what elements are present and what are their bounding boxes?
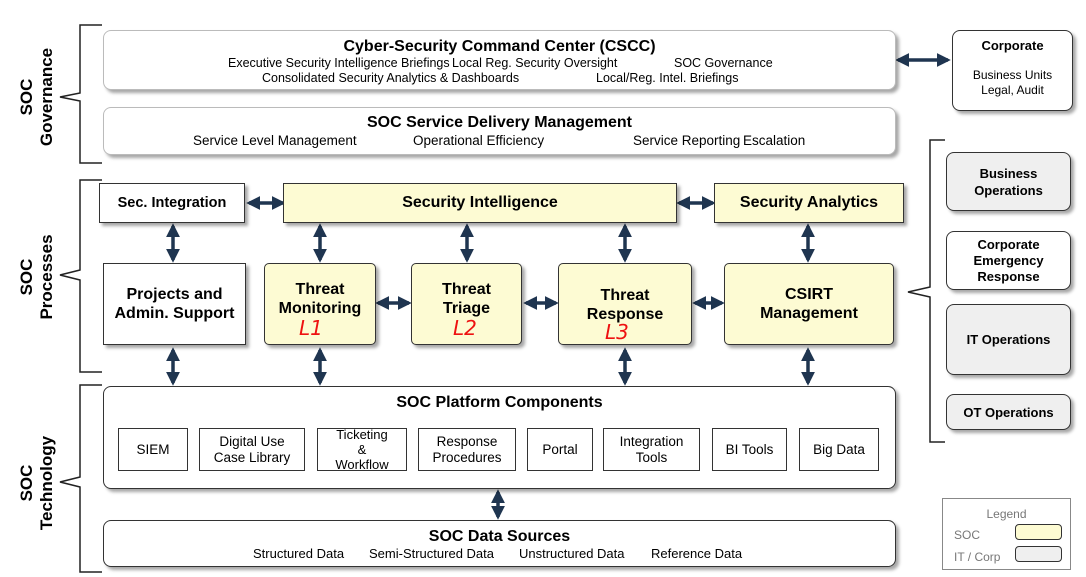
data-source-item: Unstructured Data: [519, 546, 625, 561]
corporate-title: Corporate: [981, 38, 1044, 53]
legend-soc-label: SOC: [954, 528, 981, 542]
corporate-box: Corporate Business Units Legal, Audit: [952, 30, 1073, 111]
legend-soc-swatch: [1015, 524, 1062, 540]
sec-integration-box: Sec. Integration: [99, 183, 245, 223]
service-delivery-item: Service Level Management: [193, 133, 357, 148]
corporate-emergency-label: Response: [977, 268, 1040, 284]
legend-itcorp-swatch: [1015, 546, 1062, 562]
service-delivery-title: SOC Service Delivery Management: [366, 114, 632, 131]
platform-component: Portal: [527, 428, 593, 471]
ot-operations-box: OT Operations: [946, 394, 1071, 430]
it-operations-label: IT Operations: [966, 332, 1051, 347]
projects-admin-label: Projects and: [126, 286, 223, 303]
platform-component: SIEM: [118, 428, 188, 471]
cscc-box: Cyber-Security Command Center (CSCC) Exe…: [103, 30, 896, 90]
platform-component: Response Procedures: [418, 428, 516, 471]
platform-component: Ticketing & Workflow: [317, 428, 407, 471]
data-sources-title: SOC Data Sources: [428, 528, 571, 545]
technology-side-label: SOC Technology: [17, 435, 56, 531]
right-bracket: [907, 139, 945, 443]
business-operations-box: Business Operations: [946, 152, 1071, 211]
cscc-title: Cyber-Security Command Center (CSCC): [343, 38, 656, 55]
service-delivery-item: Operational Efficiency: [413, 133, 545, 148]
processes-side-label: SOC Processes: [17, 234, 56, 320]
sec-integration-label: Sec. Integration: [117, 195, 227, 211]
security-analytics-box: Security Analytics: [714, 183, 904, 223]
corporate-line: Business Units: [972, 68, 1053, 82]
governance-bracket: [59, 24, 102, 164]
processes-bracket: [59, 179, 102, 373]
data-source-item: Reference Data: [651, 546, 743, 561]
csirt-label: Management: [760, 305, 858, 322]
level-annotation-l2: L2: [453, 316, 477, 340]
platform-title: SOC Platform Components: [396, 394, 603, 411]
data-source-item: Structured Data: [253, 546, 345, 561]
security-analytics-label: Security Analytics: [739, 194, 879, 211]
threat-monitoring-label: Threat: [295, 281, 345, 298]
platform-component: Digital Use Case Library: [199, 428, 305, 471]
corporate-emergency-label: Emergency: [973, 252, 1044, 268]
technology-bracket: [59, 384, 102, 573]
corporate-line: Legal, Audit: [981, 83, 1044, 97]
it-operations-box: IT Operations: [946, 304, 1071, 375]
legend-itcorp-label: IT / Corp: [954, 550, 1001, 564]
platform-component: Integration Tools: [603, 428, 700, 471]
cscc-item: SOC Governance: [674, 56, 773, 70]
legend-box: Legend SOC IT / Corp: [942, 498, 1071, 570]
legend-title: Legend: [986, 507, 1027, 521]
level-annotation-l3: L3: [605, 320, 629, 344]
ot-operations-label: OT Operations: [963, 404, 1054, 420]
projects-admin-label: Admin. Support: [114, 305, 235, 322]
threat-response-label: Threat: [600, 287, 650, 304]
cscc-item: Local/Reg. Intel. Briefings: [596, 71, 739, 85]
threat-triage-label: Threat: [442, 281, 491, 298]
csirt-management-box: CSIRT Management: [724, 263, 894, 345]
service-delivery-item: Escalation: [743, 133, 806, 148]
level-annotation-l1: L1: [299, 316, 323, 340]
cscc-item: Local Reg. Security Oversight: [452, 56, 618, 70]
data-source-item: Semi-Structured Data: [369, 546, 494, 561]
service-delivery-box: SOC Service Delivery Management Service …: [103, 107, 896, 155]
business-operations-label: Business: [979, 165, 1038, 181]
cscc-item: Consolidated Security Analytics & Dashbo…: [262, 71, 520, 85]
corporate-emergency-label: Corporate: [977, 236, 1040, 252]
corporate-emergency-box: Corporate Emergency Response: [946, 231, 1071, 290]
platform-component: Big Data: [799, 428, 879, 471]
projects-admin-box: Projects and Admin. Support: [103, 263, 246, 345]
governance-side-label: SOC Governance: [17, 47, 56, 147]
service-delivery-item: Service Reporting: [633, 133, 741, 148]
csirt-label: CSIRT: [785, 286, 833, 303]
platform-component: BI Tools: [712, 428, 787, 471]
security-intelligence-label: Security Intelligence: [402, 194, 558, 211]
data-sources-box: SOC Data Sources Structured Data Semi-St…: [103, 520, 896, 567]
cscc-item: Executive Security Intelligence Briefing…: [228, 56, 450, 70]
security-intelligence-box: Security Intelligence: [283, 183, 677, 223]
business-operations-label: Operations: [974, 182, 1043, 198]
